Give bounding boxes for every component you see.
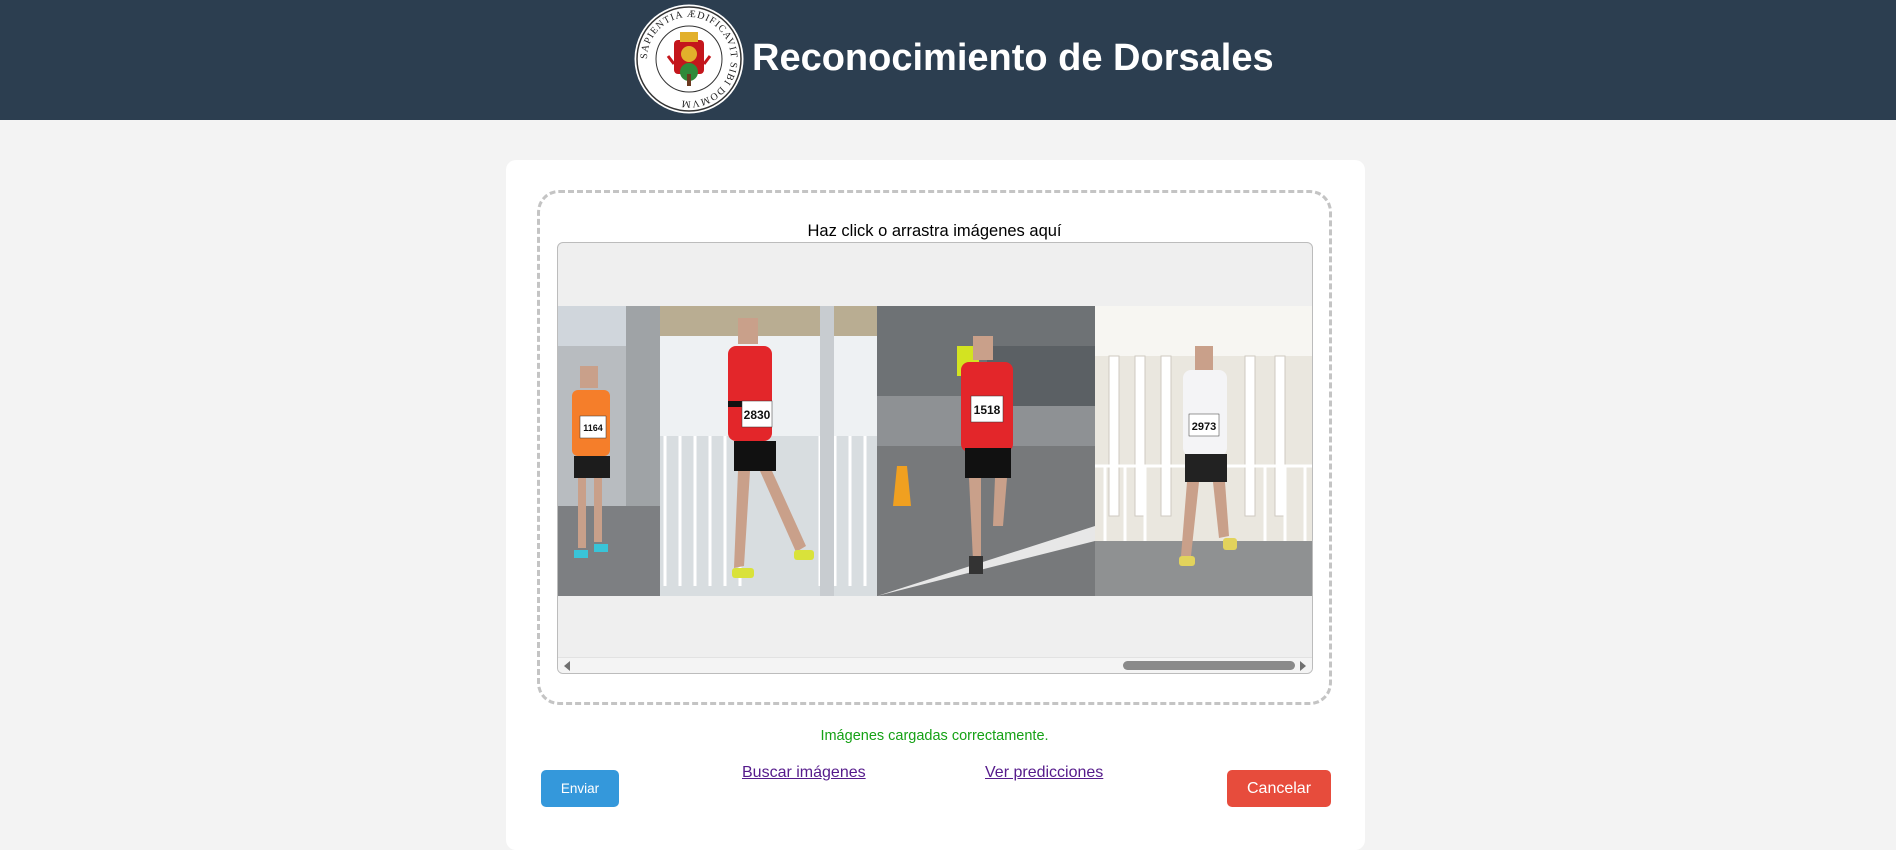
preview-image-3: 1518 xyxy=(877,306,1095,596)
scroll-left-icon[interactable] xyxy=(564,661,570,671)
send-button[interactable]: Enviar xyxy=(541,770,619,807)
page-title: Reconocimiento de Dorsales xyxy=(752,37,1274,79)
view-predictions-link[interactable]: Ver predicciones xyxy=(985,763,1103,783)
image-strip: 1164 2830 1518 2973 xyxy=(558,306,1312,596)
app-header: SAPIENTIA ÆDIFICAVIT SIBI DOMVM Reconoci… xyxy=(0,0,1896,120)
cancel-button[interactable]: Cancelar xyxy=(1227,770,1331,807)
preview-image-4: 2973 xyxy=(1095,306,1312,596)
gallery-horizontal-scrollbar[interactable] xyxy=(558,657,1312,673)
university-seal-icon: SAPIENTIA ÆDIFICAVIT SIBI DOMVM xyxy=(633,3,745,115)
bib-label: 2830 xyxy=(744,408,771,422)
bib-label: 1518 xyxy=(974,403,1001,417)
bib-label: 2973 xyxy=(1192,421,1216,433)
preview-image-2: 2830 xyxy=(660,306,877,596)
scroll-right-icon[interactable] xyxy=(1300,661,1306,671)
search-images-link[interactable]: Buscar imágenes xyxy=(742,763,866,783)
scrollbar-thumb[interactable] xyxy=(1123,661,1295,670)
bib-label: 1164 xyxy=(583,423,603,433)
preview-image-1: 1164 xyxy=(558,306,660,596)
dropzone-prompt[interactable]: Haz click o arrastra imágenes aquí xyxy=(537,221,1332,241)
upload-status-message: Imágenes cargadas correctamente. xyxy=(820,728,1049,744)
image-preview-gallery[interactable]: 1164 2830 1518 2973 xyxy=(557,242,1313,674)
